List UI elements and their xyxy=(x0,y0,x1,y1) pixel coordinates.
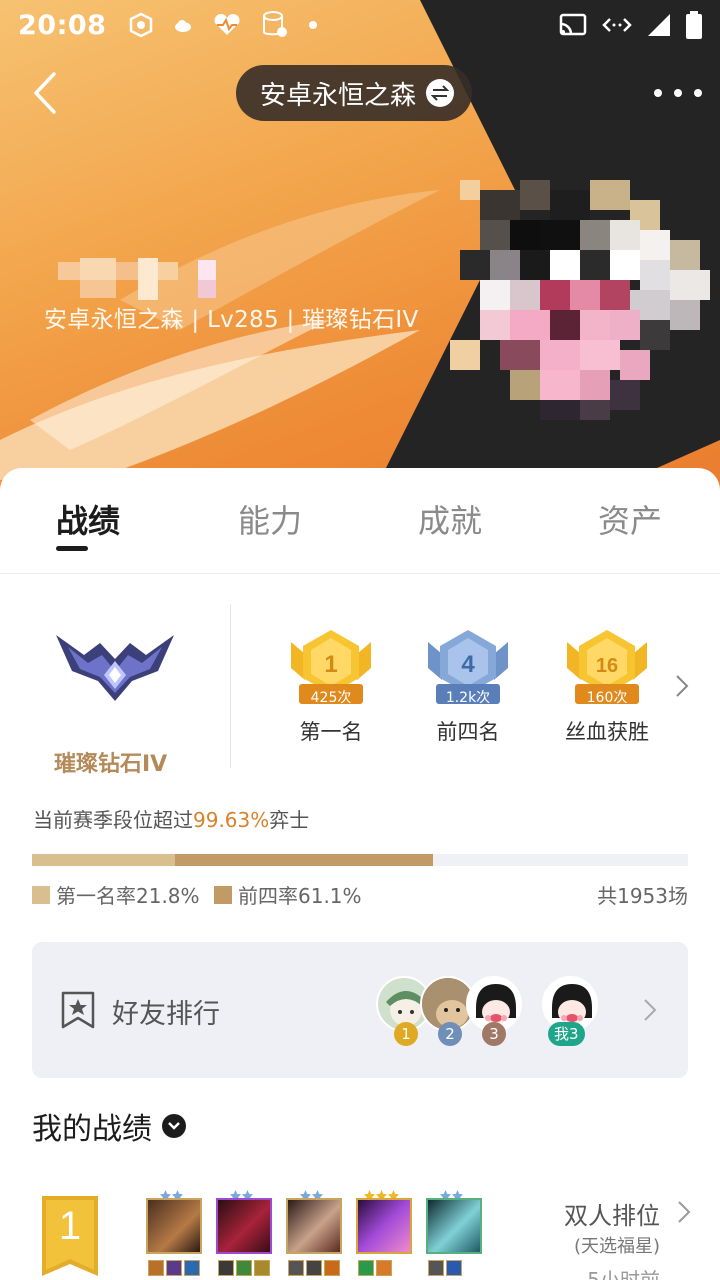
svg-text:4: 4 xyxy=(461,651,475,678)
medal-label: 前四名 xyxy=(436,720,500,744)
champion-items xyxy=(218,1260,270,1276)
champion-items xyxy=(148,1260,200,1276)
player-summary: 安卓永恒之森 | Lv285 | 璀璨钻石IV xyxy=(44,307,419,333)
caret-down-icon xyxy=(162,1114,186,1138)
medal-count: 1.2k次 xyxy=(445,690,491,706)
server-name: 安卓永恒之森 xyxy=(260,80,417,111)
tab-assets[interactable]: 资产 xyxy=(598,496,662,542)
medal-count: 160次 xyxy=(586,690,628,706)
nav-bar: 安卓永恒之森 xyxy=(0,60,720,126)
champion-portrait[interactable] xyxy=(356,1198,412,1254)
friend-rank-badge: 3 xyxy=(482,1022,506,1046)
medal-label: 第一名 xyxy=(299,720,363,744)
data-arrows-icon xyxy=(602,18,632,32)
signal-icon xyxy=(648,14,670,36)
match-time-ago: 5小时前 xyxy=(587,1268,660,1280)
medal-count: 425次 xyxy=(310,690,352,706)
friend-ranking-card[interactable]: 好友排行 1 2 3 我3 xyxy=(32,942,688,1078)
svg-text:1: 1 xyxy=(324,651,337,678)
hexagon-app-icon xyxy=(130,12,153,38)
svg-text:16: 16 xyxy=(596,655,618,677)
profile-hero: 20:08 安卓永恒之森 安卓永恒之森 | Lv285 | 璀璨钻石IV xyxy=(0,0,720,520)
medal-label: 丝血获胜 xyxy=(565,720,649,744)
champion-items xyxy=(428,1260,462,1276)
tab-ability[interactable]: 能力 xyxy=(238,496,302,542)
champion-portrait[interactable] xyxy=(286,1198,342,1254)
legend-first: 第一名率21.8% xyxy=(32,880,200,909)
battery-icon xyxy=(686,11,702,39)
my-rank-badge: 我3 xyxy=(548,1022,585,1046)
friend-rank-badge: 1 xyxy=(394,1022,418,1046)
champion-portrait[interactable] xyxy=(216,1198,272,1254)
cloud-icon xyxy=(175,20,192,32)
server-switch-button[interactable]: 安卓永恒之森 xyxy=(236,65,473,121)
match-mode-sub: (天选福星) xyxy=(573,1236,660,1257)
champion-portrait[interactable] xyxy=(146,1198,202,1254)
more-menu-icon[interactable] xyxy=(654,78,702,108)
swap-arrows-icon xyxy=(426,79,455,107)
my-matches-header[interactable]: 我的战绩 xyxy=(32,1104,186,1148)
chevron-right-icon[interactable] xyxy=(674,674,690,698)
medal-top-four[interactable]: 4 1.2k次 前四名 xyxy=(413,628,523,746)
bookmark-star-icon xyxy=(61,991,95,1029)
database-gear-icon xyxy=(263,11,288,37)
bar-first-rate xyxy=(32,854,175,866)
chevron-right-icon[interactable] xyxy=(676,1200,692,1224)
tab-records[interactable]: 战绩 xyxy=(56,496,120,542)
total-games: 共1953场 xyxy=(597,884,688,908)
champion-portrait[interactable] xyxy=(426,1198,482,1254)
champion-items xyxy=(288,1260,340,1276)
placement-number: 1 xyxy=(58,1204,82,1248)
profile-tabs: 战绩 能力 成就 资产 xyxy=(0,468,720,574)
chevron-right-icon xyxy=(644,999,657,1021)
diamond-rank-emblem-icon[interactable] xyxy=(54,625,176,705)
status-time: 20:08 xyxy=(18,9,107,41)
back-arrow-icon[interactable] xyxy=(24,70,70,116)
player-avatar-pixelated xyxy=(450,180,710,420)
nickname-blurred xyxy=(58,258,218,302)
dot-icon xyxy=(309,21,318,29)
placement-rate-bar xyxy=(32,854,688,866)
medal-narrow-win[interactable]: 16 160次 丝血获胜 xyxy=(552,628,662,746)
bar-top4-rate xyxy=(175,854,433,866)
rank-name: 璀璨钻石IV xyxy=(54,752,168,777)
match-mode: 双人排位 xyxy=(564,1202,660,1230)
tab-achievements[interactable]: 成就 xyxy=(418,496,482,542)
heart-pulse-icon xyxy=(214,14,240,35)
season-beat-text: 当前赛季段位超过99.63%弈士 xyxy=(33,808,310,832)
friend-ranking-title: 好友排行 xyxy=(112,999,220,1030)
champion-items xyxy=(358,1260,392,1276)
tab-active-indicator xyxy=(56,546,88,551)
my-matches-title: 我的战绩 xyxy=(32,1112,152,1147)
legend-top4: 前四率61.1% xyxy=(214,880,362,909)
divider xyxy=(230,604,231,768)
rate-legend: 第一名率21.8% 前四率61.1% 共1953场 xyxy=(32,880,688,908)
medal-first-place[interactable]: 1 425次 第一名 xyxy=(276,628,386,746)
status-bar: 20:08 xyxy=(0,0,720,50)
friend-rank-badge: 2 xyxy=(438,1022,462,1046)
cast-icon xyxy=(559,13,587,36)
